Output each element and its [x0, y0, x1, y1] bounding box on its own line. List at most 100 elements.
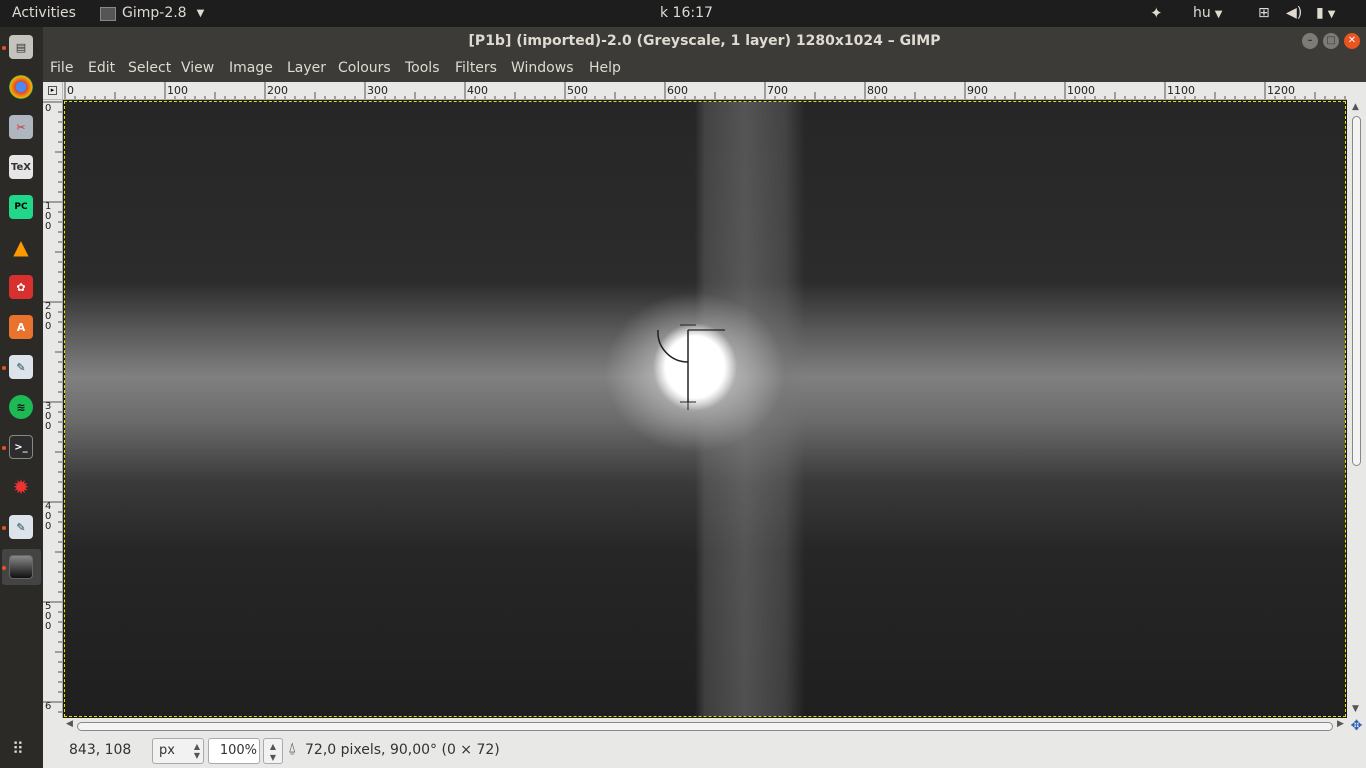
activities-button[interactable]: Activities	[12, 0, 76, 27]
spotify-icon[interactable]: ≋	[9, 395, 33, 419]
zoom-input[interactable]: 100%	[208, 738, 260, 764]
dropbox-icon[interactable]: ✦	[1150, 0, 1163, 27]
volume-icon[interactable]: ◀)	[1286, 0, 1302, 27]
gimp-app-icon	[100, 6, 116, 21]
minimize-button[interactable]: –	[1302, 33, 1318, 49]
chevron-down-icon: ▼	[1214, 9, 1223, 20]
window-titlebar[interactable]: [P1b] (imported)-2.0 (Greyscale, 1 layer…	[43, 27, 1366, 55]
battery-icon[interactable]: ▮ ▼	[1316, 0, 1335, 27]
menu-bar: File Edit Select View Image Layer Colour…	[43, 55, 1366, 82]
zoom-value: 100%	[219, 743, 257, 758]
texmaker-icon[interactable]: TeX	[9, 155, 33, 179]
menu-file[interactable]: File	[50, 55, 73, 82]
maximize-button[interactable]: □	[1323, 33, 1339, 49]
navigate-icon[interactable]: ✥	[1347, 718, 1366, 734]
running-indicator	[2, 526, 6, 530]
terminal-icon[interactable]: >_	[9, 435, 33, 459]
window-title: [P1b] (imported)-2.0 (Greyscale, 1 layer…	[468, 33, 941, 49]
file-manager-icon[interactable]: ▤	[9, 35, 33, 59]
ruler-label: 400	[467, 84, 488, 97]
gimp-window-icon[interactable]	[9, 555, 33, 579]
pycharm-icon[interactable]: PC	[9, 195, 33, 219]
vertical-scroll-thumb[interactable]	[1352, 116, 1361, 466]
vertical-scrollbar[interactable]: ▲ ▼	[1347, 100, 1366, 718]
menu-tools[interactable]: Tools	[405, 55, 440, 82]
ruler-label: 0	[45, 103, 52, 114]
pointer-coordinates: 843, 108	[69, 742, 132, 758]
chrome-icon[interactable]	[9, 75, 33, 99]
spin-arrows-icon: ▲ ▼	[193, 742, 200, 760]
menu-select[interactable]: Select	[128, 55, 171, 82]
horizontal-ruler[interactable]: 0 100 200 300 400 500 600 700 800 900 10…	[63, 82, 1347, 100]
scanner-icon[interactable]: ✎	[9, 355, 33, 379]
image-canvas[interactable]	[63, 100, 1347, 718]
window-controls: – □ ✕	[1302, 33, 1360, 49]
launcher: ▤ ✂ TeX PC ▲ ✿ A ✎ ≋ >_ ✹ ✎ ⠿	[0, 27, 43, 768]
menu-colours[interactable]: Colours	[338, 55, 391, 82]
language-indicator[interactable]: hu ▼	[1193, 0, 1222, 27]
angle-arc	[657, 329, 689, 363]
ruler-label: 6	[45, 701, 52, 712]
ruler-label: 300	[367, 84, 388, 97]
ruler-label: 100	[167, 84, 188, 97]
ruler-label: 600	[667, 84, 688, 97]
image-menu-button[interactable]: ▸	[43, 82, 63, 100]
network-icon[interactable]: ⊞	[1258, 0, 1270, 27]
chevron-down-icon: ▼	[196, 8, 205, 19]
measure-tool-overlay	[657, 324, 725, 410]
ruler-label: 300	[45, 401, 52, 432]
running-indicator	[2, 446, 6, 450]
ruler-label: 1100	[1167, 84, 1195, 97]
menu-image[interactable]: Image	[229, 55, 273, 82]
status-message: 72,0 pixels, 90,00° (0 × 72)	[305, 742, 500, 758]
ruler-label: 1200	[1267, 84, 1295, 97]
ruler-label: 500	[567, 84, 588, 97]
measure-icon: ⍙	[288, 740, 297, 756]
running-indicator	[2, 566, 6, 570]
app-menu-label: Gimp-2.8	[122, 5, 187, 21]
scroll-right-icon[interactable]: ▶	[1337, 719, 1344, 729]
unit-selector[interactable]: px ▲ ▼	[152, 738, 204, 764]
vertical-ruler[interactable]: 0 100 200 300 400 500 6	[43, 100, 63, 718]
ruler-label: 500	[45, 601, 52, 632]
wps-icon[interactable]: ✿	[9, 275, 33, 299]
ruler-label: 800	[867, 84, 888, 97]
scroll-left-icon[interactable]: ◀	[66, 719, 73, 729]
zoom-dropdown-button[interactable]: ▲ ▼	[263, 738, 283, 764]
menu-layer[interactable]: Layer	[287, 55, 326, 82]
chevron-down-icon: ▼	[1327, 9, 1336, 20]
software-center-icon[interactable]: A	[9, 315, 33, 339]
ruler-label: 400	[45, 501, 52, 532]
app-menu[interactable]: Gimp-2.8 ▼	[100, 0, 204, 27]
unit-value: px	[159, 743, 175, 758]
ruler-label: 0	[67, 84, 74, 97]
top-panel: Activities Gimp-2.8 ▼ k 16:17 ✦ hu ▼ ⊞ ◀)…	[0, 0, 1366, 27]
quick-mask-toggle[interactable]	[43, 718, 63, 734]
running-indicator	[2, 366, 6, 370]
ruler-label: 200	[267, 84, 288, 97]
menu-filters[interactable]: Filters	[455, 55, 497, 82]
close-button[interactable]: ✕	[1344, 33, 1360, 49]
menu-view[interactable]: View	[181, 55, 214, 82]
show-applications-icon[interactable]: ⠿	[12, 740, 30, 758]
status-bar: 843, 108 px ▲ ▼ 100% ▲ ▼ ⍙ 72,0 pixels, 90…	[43, 734, 1366, 768]
menu-help[interactable]: Help	[589, 55, 621, 82]
horizontal-scrollbar[interactable]: ◀ ▶	[63, 718, 1347, 734]
ruler-label: 100	[45, 201, 52, 232]
scroll-down-icon[interactable]: ▼	[1352, 704, 1359, 714]
scanner-2-icon[interactable]: ✎	[9, 515, 33, 539]
menu-windows[interactable]: Windows	[511, 55, 574, 82]
vlc-icon[interactable]: ▲	[9, 235, 33, 259]
burst-icon[interactable]: ✹	[9, 475, 33, 499]
settings-tool-icon[interactable]: ✂	[9, 115, 33, 139]
menu-edit[interactable]: Edit	[88, 55, 115, 82]
arrow-right-icon: ▸	[48, 86, 57, 95]
ruler-label: 200	[45, 301, 52, 332]
horizontal-scroll-thumb[interactable]	[77, 722, 1333, 731]
ruler-label: 900	[967, 84, 988, 97]
clock[interactable]: k 16:17	[660, 0, 713, 27]
running-indicator	[2, 46, 6, 50]
scroll-up-icon[interactable]: ▲	[1352, 102, 1359, 112]
ruler-corner	[1347, 82, 1366, 100]
ruler-label: 1000	[1067, 84, 1095, 97]
